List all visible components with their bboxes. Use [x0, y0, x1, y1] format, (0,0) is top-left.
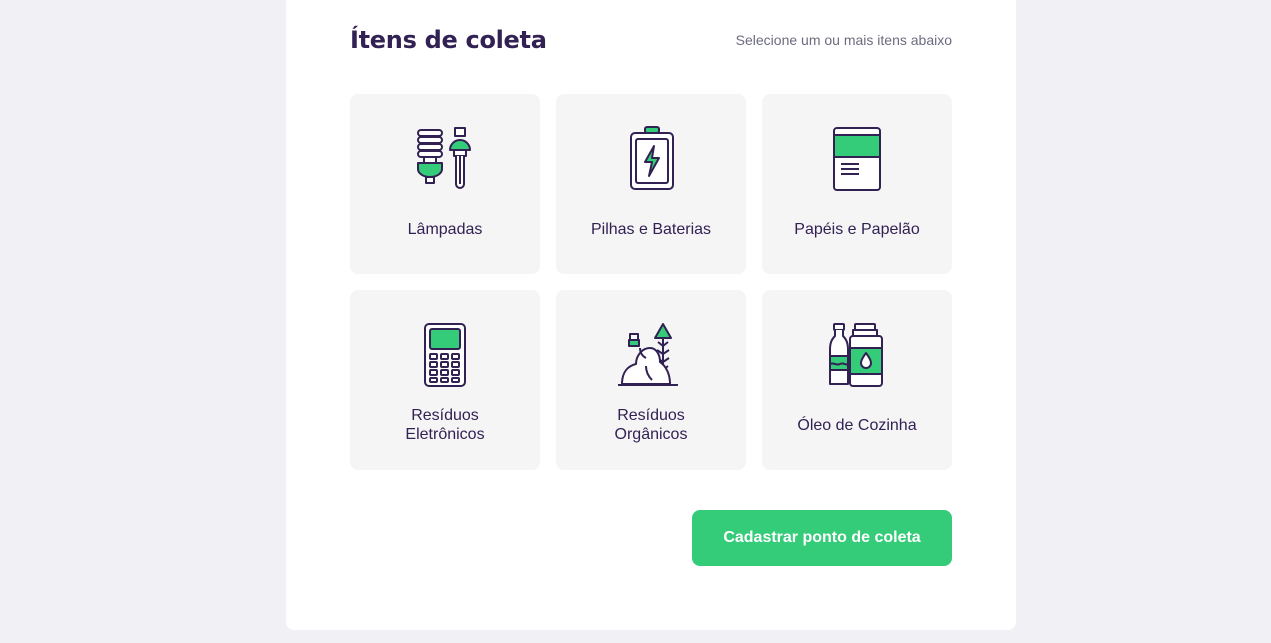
item-label: Papéis e Papelão [794, 221, 920, 238]
item-label: Resíduos Eletrônicos [405, 407, 485, 443]
item-lampadas[interactable]: Lâmpadas [350, 94, 540, 274]
item-pilhas-baterias[interactable]: Pilhas e Baterias [556, 94, 746, 274]
items-grid: Lâmpadas Pilhas e Baterias Papéis e Pape… [350, 94, 952, 470]
electronics-icon [410, 322, 480, 388]
items-section-hint: Selecione um ou mais itens abaixo [735, 32, 952, 48]
item-label: Lâmpadas [407, 221, 483, 238]
item-oleo-cozinha[interactable]: Óleo de Cozinha [762, 290, 952, 470]
item-papeis-papelao[interactable]: Papéis e Papelão [762, 94, 952, 274]
items-section-title: Ítens de coleta [350, 26, 547, 54]
item-residuos-eletronicos[interactable]: Resíduos Eletrônicos [350, 290, 540, 470]
organic-waste-icon [616, 322, 686, 388]
items-section-header: Ítens de coleta Selecione um ou mais ite… [350, 26, 952, 54]
item-label: Resíduos Orgânicos [614, 407, 688, 443]
paper-icon [822, 126, 892, 192]
item-label: Óleo de Cozinha [797, 417, 917, 434]
collection-point-form-card: Ítens de coleta Selecione um ou mais ite… [286, 0, 1016, 630]
item-residuos-organicos[interactable]: Resíduos Orgânicos [556, 290, 746, 470]
item-label: Pilhas e Baterias [590, 221, 712, 238]
cooking-oil-icon [822, 322, 892, 388]
battery-icon [616, 126, 686, 192]
lamps-icon [410, 126, 480, 192]
register-collection-point-button[interactable]: Cadastrar ponto de coleta [692, 510, 952, 566]
